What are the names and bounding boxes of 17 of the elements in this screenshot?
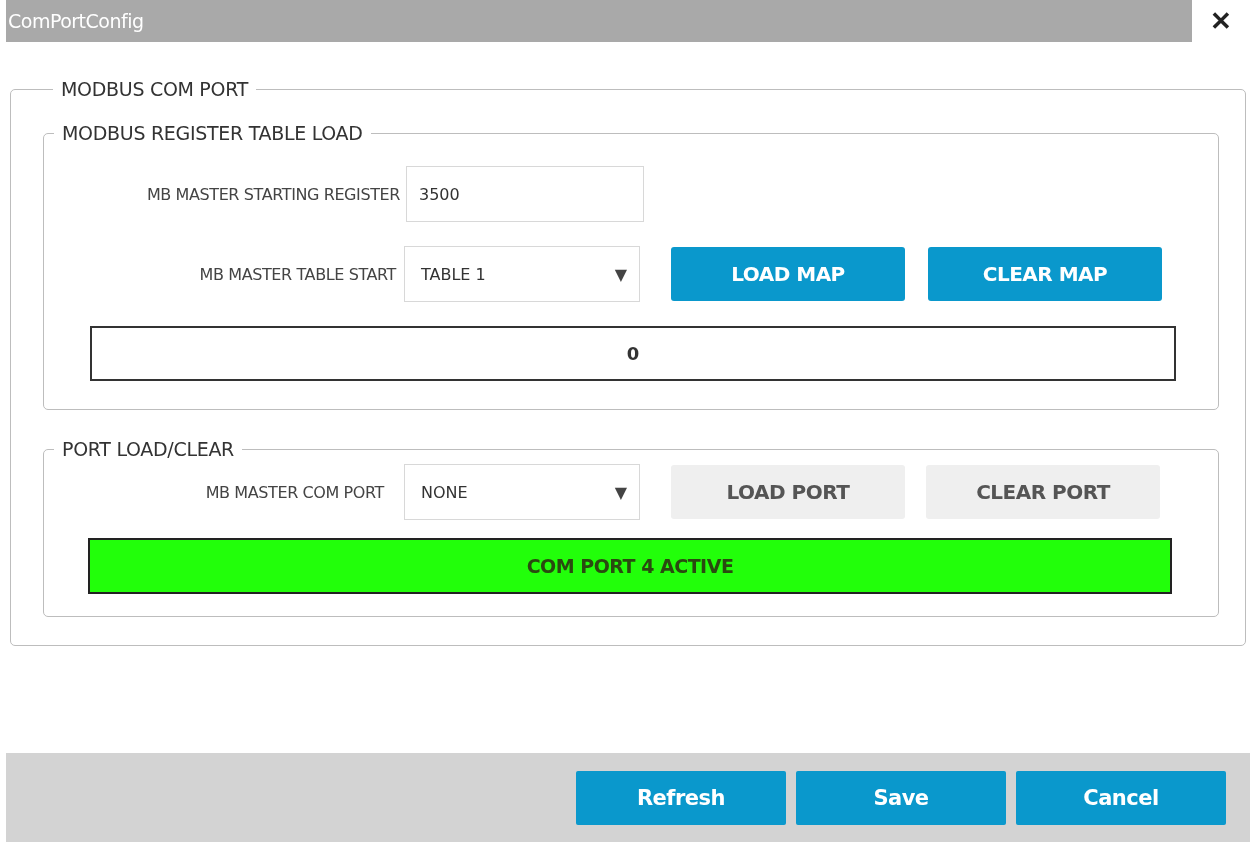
dropdown[interactable]: NONE ▼ bbox=[404, 464, 640, 520]
group-title: MODBUS REGISTER TABLE LOAD bbox=[61, 122, 364, 144]
input-field[interactable]: 3500 bbox=[406, 166, 644, 222]
window-title: ComPortConfig bbox=[6, 0, 1192, 42]
field-label: MB MASTER TABLE START bbox=[198, 264, 398, 284]
footer-button[interactable]: Refresh bbox=[576, 770, 786, 825]
field-label: MB MASTER COM PORT bbox=[204, 482, 386, 502]
group-title: MODBUS COM PORT bbox=[60, 78, 250, 100]
footer-button[interactable]: Save bbox=[796, 770, 1006, 825]
dropdown[interactable]: TABLE 1 ▼ bbox=[404, 246, 640, 302]
action-button[interactable]: LOAD MAP bbox=[671, 247, 905, 301]
footer-button[interactable]: Cancel bbox=[1016, 770, 1226, 825]
action-button[interactable]: CLEAR MAP bbox=[928, 247, 1162, 301]
output-display: 0 bbox=[90, 326, 1176, 381]
field-label: MB MASTER STARTING REGISTER bbox=[145, 184, 401, 204]
group-title: PORT LOAD/CLEAR bbox=[61, 438, 235, 460]
status-bar: COM PORT 4 ACTIVE bbox=[88, 538, 1172, 594]
